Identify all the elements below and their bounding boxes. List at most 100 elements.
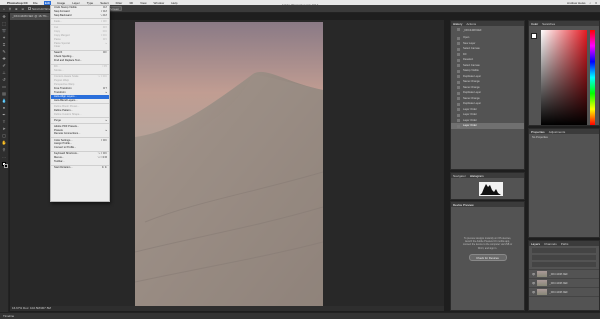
no-properties-text: No Properties — [532, 136, 548, 139]
menu-item-shortcut: ▸ — [105, 128, 107, 132]
brush-tool-icon[interactable]: ✐ — [1, 63, 8, 69]
app-menu[interactable]: Photoshop CC — [7, 1, 28, 5]
menu-item-shortcut: ⇧F5 — [101, 65, 107, 69]
visibility-eye-icon[interactable]: 👁 — [532, 282, 535, 285]
tab-histogram[interactable]: Histogram — [470, 174, 484, 178]
history-state[interactable]: Layer Order — [451, 123, 524, 129]
menu-item-label: Fade... — [54, 19, 63, 23]
color-swatches-icon[interactable] — [1, 161, 8, 170]
dodge-tool-icon[interactable]: ● — [1, 105, 8, 111]
type-tool-icon[interactable]: T — [1, 119, 8, 125]
menu-filter[interactable]: Filter — [115, 1, 124, 5]
layer-filter-row[interactable] — [532, 248, 596, 253]
zoom-tool-icon[interactable]: ⚲ — [9, 7, 11, 11]
zoom-tool-icon[interactable]: ⚲ — [1, 147, 8, 153]
edit-menu-item[interactable]: Purge ▸ — [51, 119, 109, 123]
properties-panel: Properties Adjustments No Properties — [528, 128, 600, 238]
clone-stamp-icon[interactable]: ⊥ — [1, 70, 8, 76]
tab-adjustments[interactable]: Adjustments — [549, 130, 566, 134]
document-tab[interactable]: _DKC4408.NEF @ 16.7%... — [10, 13, 50, 20]
menu-window[interactable]: Window — [153, 1, 166, 5]
eraser-icon[interactable]: ▭ — [1, 84, 8, 90]
visibility-eye-icon[interactable]: 👁 — [532, 273, 535, 276]
history-panel: History Actions _DKC4408.NEF Open New Lay… — [450, 20, 525, 170]
foreground-color-swatch[interactable] — [531, 33, 537, 39]
pen-tool-icon[interactable]: ✒ — [1, 112, 8, 118]
desert-dune-photo[interactable] — [135, 22, 323, 306]
history-list: _DKC4408.NEF Open New Layer Select Canvas F… — [451, 26, 524, 129]
tab-actions[interactable]: Actions — [466, 22, 476, 26]
user-name[interactable]: Andrew Heiss — [567, 1, 586, 5]
dune-illustration — [135, 22, 323, 306]
edit-menu-item[interactable]: Auto-Blend Layers... — [51, 99, 109, 103]
menu-item-label: Define Custom Shape... — [54, 112, 82, 116]
menu-select[interactable]: Select — [99, 1, 109, 5]
more-tools-icon[interactable]: … — [1, 154, 8, 160]
menu-item-shortcut: ▸ — [105, 118, 107, 122]
tab-device-preview[interactable]: Device Preview — [453, 203, 474, 207]
layer-row[interactable]: 👁 _DKC4408.NEF — [529, 279, 599, 288]
path-select-icon[interactable]: ➤ — [1, 126, 8, 132]
menu-view[interactable]: View — [139, 1, 147, 5]
visibility-eye-icon[interactable]: 👁 — [532, 291, 535, 294]
hand-tool-icon[interactable]: ✋ — [1, 140, 8, 146]
menu-3d[interactable]: 3D — [128, 1, 134, 5]
layer-name: _DKC4408.NEF — [549, 281, 568, 285]
edit-menu-item[interactable]: Find and Replace Text... — [51, 59, 109, 63]
layers-panel-tabs: Layers Channels Paths — [529, 241, 599, 246]
history-brush-icon[interactable]: ↺ — [1, 77, 8, 83]
menu-help[interactable]: Help — [170, 1, 178, 5]
edit-menu-item[interactable]: Toolbar... — [51, 160, 109, 164]
status-bar: 16.67% Doc: 102.5M/307.5M — [10, 306, 444, 311]
tab-layers[interactable]: Layers — [531, 242, 540, 246]
menu-image[interactable]: Image — [56, 1, 66, 5]
tab-navigator[interactable]: Navigator — [453, 174, 466, 178]
search-icon[interactable]: ⌕ — [590, 1, 592, 5]
magic-wand-icon[interactable]: ✦ — [1, 35, 8, 41]
menu-item-label: Step Backward — [54, 13, 72, 17]
hue-slider[interactable] — [590, 30, 595, 125]
checkbox-box — [28, 7, 32, 10]
tab-color[interactable]: Color — [531, 22, 538, 26]
edit-menu-item: Define Custom Shape... — [51, 113, 109, 117]
edit-menu-item[interactable]: Start Dictation... fn fn — [51, 166, 109, 170]
lasso-tool-icon[interactable]: ➰ — [1, 28, 8, 34]
blur-tool-icon[interactable]: 💧 — [1, 98, 8, 104]
layer-row[interactable]: 👁 _DKC4408.NEF — [529, 270, 599, 279]
eyedropper-icon[interactable]: ✎ — [1, 49, 8, 55]
color-picker-field[interactable] — [541, 30, 587, 125]
timeline-panel[interactable]: Timeline — [0, 312, 600, 319]
history-snapshot[interactable]: _DKC4408.NEF — [451, 26, 524, 35]
tab-swatches[interactable]: Swatches — [542, 22, 555, 26]
zoom-out-icon[interactable]: ⊖ — [22, 7, 25, 11]
healing-brush-icon[interactable]: ✚ — [1, 56, 8, 62]
menu-edit[interactable]: Edit — [43, 0, 51, 5]
gradient-tool-icon[interactable]: ▤ — [1, 91, 8, 97]
menu-item-label: Auto-Blend Layers... — [54, 98, 78, 102]
edit-menu-item[interactable]: Remote Connections... — [51, 132, 109, 136]
tab-properties[interactable]: Properties — [531, 130, 545, 134]
shape-tool-icon[interactable]: ▢ — [1, 133, 8, 139]
crop-tool-icon[interactable]: ⌗ — [1, 42, 8, 48]
layer-name: _DKC4408.NEF — [549, 272, 568, 276]
menu-file[interactable]: File — [32, 1, 39, 5]
menu-item-label: Remote Connections... — [54, 132, 81, 136]
tab-paths[interactable]: Paths — [561, 242, 569, 246]
blend-mode-row[interactable] — [532, 255, 596, 260]
tab-history[interactable]: History — [453, 22, 462, 26]
menu-type[interactable]: Type — [86, 1, 95, 5]
menu-item-label: Convert to Profile... — [54, 146, 77, 150]
menu-layer[interactable]: Layer — [71, 1, 81, 5]
move-tool-icon[interactable]: ✥ — [1, 14, 8, 20]
edit-menu-item[interactable]: Convert to Profile... — [51, 146, 109, 150]
marquee-tool-icon[interactable]: ⬚ — [1, 21, 8, 27]
zoom-in-icon[interactable]: ⊕ — [15, 7, 18, 11]
home-icon[interactable]: ⌂ — [3, 7, 5, 11]
check-for-devices-button[interactable]: Check for Devices — [468, 253, 507, 261]
menubar-status: Andrew Heiss ⌕ ≡ — [567, 1, 600, 5]
layer-row[interactable]: 👁 _DKC4408.NEF — [529, 288, 599, 297]
lock-row[interactable] — [532, 262, 596, 267]
edit-menu-item[interactable]: Step Backward ⌥⌘Z — [51, 14, 109, 18]
tab-channels[interactable]: Channels — [544, 242, 557, 246]
menu-list-icon[interactable]: ≡ — [595, 1, 597, 5]
